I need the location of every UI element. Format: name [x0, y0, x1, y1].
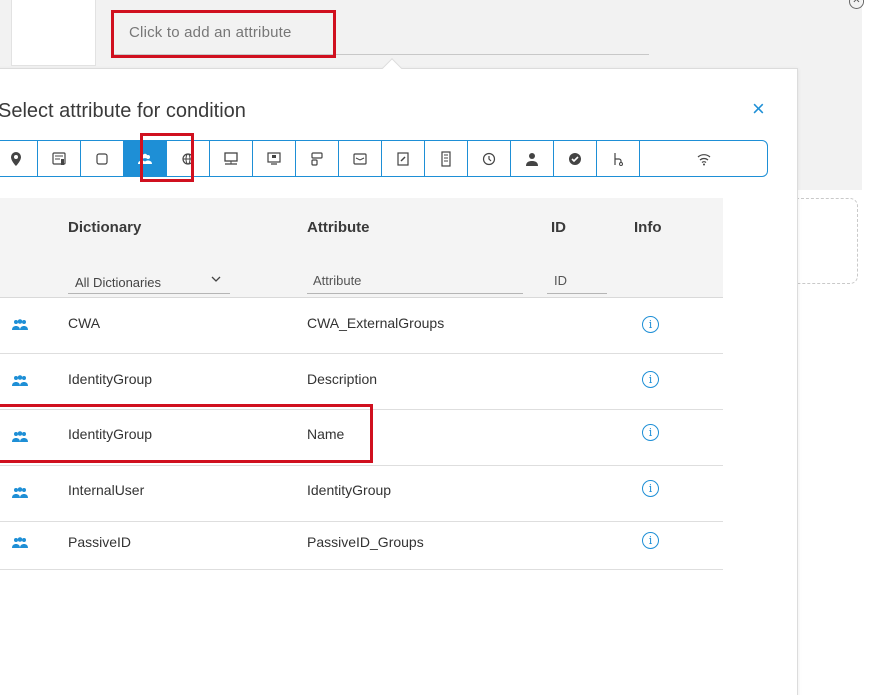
document-icon[interactable]: [425, 141, 468, 176]
close-icon[interactable]: ×: [752, 98, 765, 120]
attribute-filter-input[interactable]: Attribute: [313, 273, 361, 288]
envelope-icon[interactable]: [339, 141, 382, 176]
hierarchy-icon[interactable]: [296, 141, 339, 176]
attribute-filter-underline: [307, 293, 523, 294]
network-device-icon[interactable]: [210, 141, 253, 176]
table-row[interactable]: IdentityGroup Name i: [0, 410, 723, 466]
user-group-icon: [12, 431, 28, 442]
row-dictionary: InternalUser: [68, 482, 145, 498]
user-icon[interactable]: [511, 141, 554, 176]
monitor-icon[interactable]: [253, 141, 296, 176]
user-group-icon: [12, 319, 28, 330]
check-circle-icon[interactable]: [554, 141, 597, 176]
row-dictionary: CWA: [68, 315, 101, 331]
id-card-icon[interactable]: [38, 141, 81, 176]
flow-icon[interactable]: [597, 141, 640, 176]
certificate-icon[interactable]: [382, 141, 425, 176]
row-dictionary: IdentityGroup: [68, 371, 153, 387]
row-attribute: Name: [307, 426, 345, 442]
column-header-id[interactable]: ID: [551, 219, 566, 236]
info-icon[interactable]: i: [642, 480, 659, 497]
info-icon[interactable]: i: [642, 316, 659, 333]
table-row[interactable]: IdentityGroup Description i: [0, 354, 723, 410]
user-group-icon[interactable]: [124, 141, 167, 176]
row-dictionary: IdentityGroup: [68, 426, 153, 442]
column-header-dictionary[interactable]: Dictionary: [68, 219, 141, 236]
dictionary-filter-underline: [68, 293, 230, 294]
square-icon[interactable]: [81, 141, 124, 176]
popover-title: Select attribute for condition: [0, 100, 246, 122]
user-group-icon: [12, 375, 28, 386]
id-filter-underline: [547, 293, 607, 294]
attribute-input-highlight: [111, 10, 336, 58]
column-header-info: Info: [634, 219, 662, 236]
info-icon[interactable]: i: [642, 424, 659, 441]
id-filter-input[interactable]: ID: [554, 273, 567, 288]
info-icon[interactable]: i: [642, 371, 659, 388]
row-attribute: CWA_ExternalGroups: [307, 315, 445, 331]
row-attribute: Description: [307, 371, 378, 387]
dashed-placeholder-box: [796, 198, 858, 284]
row-attribute: IdentityGroup: [307, 482, 392, 498]
chevron-down-icon[interactable]: [211, 274, 221, 284]
location-pin-icon[interactable]: [0, 141, 38, 176]
table-row[interactable]: CWA CWA_ExternalGroups i: [0, 298, 723, 354]
wifi-icon[interactable]: [640, 141, 767, 176]
info-icon[interactable]: i: [642, 532, 659, 549]
clock-icon[interactable]: [468, 141, 511, 176]
dictionary-filter-select[interactable]: All Dictionaries: [75, 275, 161, 290]
column-header-attribute[interactable]: Attribute: [307, 219, 370, 236]
row-attribute: PassiveID_Groups: [307, 534, 424, 550]
table-row[interactable]: PassiveID PassiveID_Groups i: [0, 514, 723, 570]
user-group-icon: [12, 537, 28, 548]
dictionary-icon-tabs: [0, 140, 768, 177]
globe-icon[interactable]: [167, 141, 210, 176]
row-dictionary: PassiveID: [68, 534, 132, 550]
user-group-icon: [12, 487, 28, 498]
condition-drop-area[interactable]: [11, 0, 96, 66]
